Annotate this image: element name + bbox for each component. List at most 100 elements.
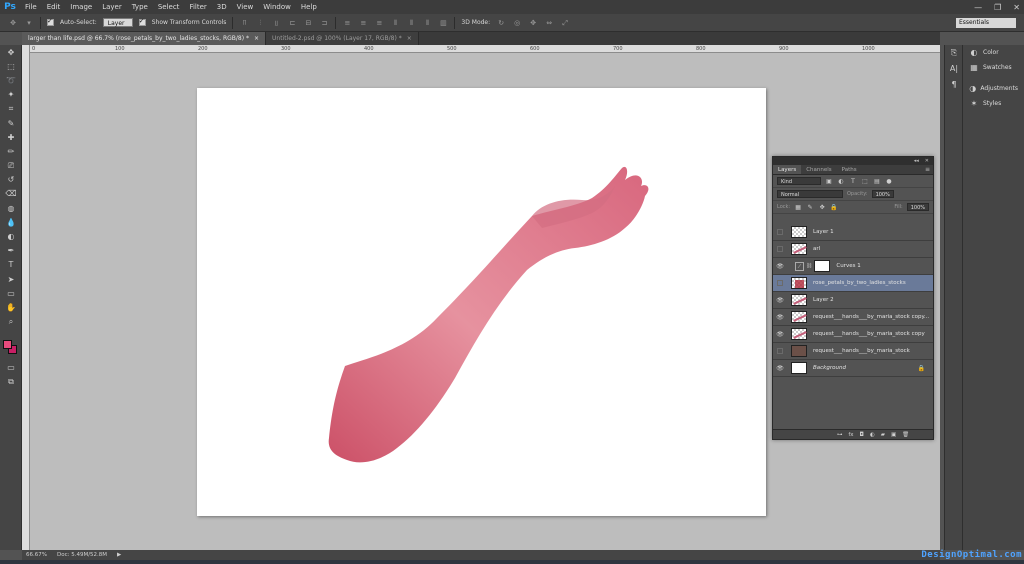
brush-tool-icon[interactable]: ✏	[0, 144, 22, 158]
align-hcenter-icon[interactable]: ⊟	[303, 18, 313, 28]
layer-thumbnail[interactable]	[791, 226, 807, 238]
layer-mask-thumbnail[interactable]	[814, 260, 831, 272]
layer-row[interactable]: 👁 Layer 2	[773, 292, 933, 309]
add-mask-icon[interactable]: ◘	[860, 430, 864, 439]
filter-smart-icon[interactable]: ▤	[873, 178, 881, 185]
paragraph-icon[interactable]: ¶	[945, 77, 963, 93]
new-adjustment-icon[interactable]: ◐	[870, 430, 875, 439]
layer-row[interactable]: rose_petals_by_two_ladies_stocks	[773, 275, 933, 292]
auto-select-dropdown[interactable]: Layer	[102, 18, 133, 27]
close-icon[interactable]: ✕	[1013, 3, 1020, 12]
3d-rotate-icon[interactable]: ↻	[496, 18, 506, 28]
shape-tool-icon[interactable]: ▭	[0, 286, 22, 300]
menu-select[interactable]: Select	[153, 0, 185, 14]
clone-stamp-tool-icon[interactable]: ⎚	[0, 159, 22, 173]
quick-mask-icon[interactable]: ▭	[0, 360, 22, 374]
auto-align-icon[interactable]: ▥	[438, 18, 448, 28]
layer-thumbnail[interactable]	[791, 243, 807, 255]
filter-toggle-icon[interactable]: ●	[885, 178, 893, 185]
distribute-hcenter-icon[interactable]: ⦀	[406, 18, 416, 28]
type-tool-icon[interactable]: T	[0, 258, 22, 272]
eraser-tool-icon[interactable]: ⌫	[0, 187, 22, 201]
3d-pan-icon[interactable]: ✥	[528, 18, 538, 28]
distribute-top-icon[interactable]: ≡	[342, 18, 352, 28]
doc-tab-active[interactable]: larger than life.psd @ 66.7% (rose_petal…	[22, 32, 267, 45]
filter-type-icon[interactable]: T	[849, 178, 857, 185]
lock-transparent-icon[interactable]: ▦	[794, 204, 802, 211]
eye-icon[interactable]: 👁	[773, 314, 787, 321]
marquee-tool-icon[interactable]: ⬚	[0, 59, 22, 73]
filter-kind-dropdown[interactable]: Kind	[777, 177, 821, 185]
menu-file[interactable]: File	[20, 0, 42, 14]
visibility-toggle[interactable]	[777, 280, 783, 286]
menu-layer[interactable]: Layer	[97, 0, 127, 14]
align-bottom-icon[interactable]: ⫫	[271, 18, 281, 28]
lasso-tool-icon[interactable]: ➰	[0, 73, 22, 87]
menu-help[interactable]: Help	[296, 0, 322, 14]
restore-icon[interactable]: ❐	[994, 3, 1001, 12]
close-icon[interactable]: ✕	[925, 157, 929, 165]
layer-thumbnail[interactable]	[791, 277, 807, 289]
distribute-left-icon[interactable]: ⦀	[390, 18, 400, 28]
chevron-down-icon[interactable]: ▾	[24, 18, 34, 28]
history-brush-tool-icon[interactable]: ↺	[0, 173, 22, 187]
layer-thumbnail[interactable]	[791, 328, 807, 340]
layer-row[interactable]: 👁 request___hands___by_maria_stock copy..…	[773, 309, 933, 326]
menu-type[interactable]: Type	[127, 0, 153, 14]
status-menu-arrow-icon[interactable]: ▶	[117, 552, 121, 558]
minimize-icon[interactable]: —	[974, 3, 982, 12]
dock-styles[interactable]: ✶ Styles	[963, 96, 1024, 111]
distribute-bottom-icon[interactable]: ≡	[374, 18, 384, 28]
align-vcenter-icon[interactable]: ⫶	[255, 18, 265, 28]
3d-scale-icon[interactable]: ⤢	[560, 18, 570, 28]
menu-3d[interactable]: 3D	[212, 0, 232, 14]
filter-pixel-icon[interactable]: ▣	[825, 178, 833, 185]
layer-row[interactable]: 👁 ⟋ ⛓ Curves 1	[773, 258, 933, 275]
layer-row[interactable]: request___hands___by_maria_stock	[773, 343, 933, 360]
3d-roll-icon[interactable]: ◎	[512, 18, 522, 28]
layer-thumbnail[interactable]	[791, 311, 807, 323]
path-select-tool-icon[interactable]: ➤	[0, 272, 22, 286]
menu-filter[interactable]: Filter	[184, 0, 211, 14]
tab-channels[interactable]: Channels	[801, 165, 836, 174]
panel-menu-icon[interactable]: ≡	[925, 165, 930, 175]
move-tool-icon[interactable]: ✥	[8, 18, 18, 28]
healing-tool-icon[interactable]: ✚	[0, 130, 22, 144]
align-right-icon[interactable]: ⊐	[319, 18, 329, 28]
layer-row[interactable]: Layer 1	[773, 224, 933, 241]
quick-select-tool-icon[interactable]: ✦	[0, 88, 22, 102]
menu-image[interactable]: Image	[65, 0, 97, 14]
tab-paths[interactable]: Paths	[837, 165, 862, 174]
layer-thumbnail[interactable]	[791, 345, 807, 357]
tab-layers[interactable]: Layers	[773, 165, 802, 174]
panel-header[interactable]: ◂◂ ✕	[773, 157, 933, 165]
menu-window[interactable]: Window	[258, 0, 296, 14]
3d-slide-icon[interactable]: ⇔	[544, 18, 554, 28]
zoom-tool-icon[interactable]: ⌕	[0, 315, 22, 329]
layer-row[interactable]: 👁 Background 🔒	[773, 360, 933, 377]
fill-input[interactable]: 100%	[906, 203, 929, 211]
eye-icon[interactable]: 👁	[773, 365, 787, 372]
align-left-icon[interactable]: ⊏	[287, 18, 297, 28]
lock-position-icon[interactable]: ✥	[818, 204, 826, 211]
blur-tool-icon[interactable]: 💧	[0, 215, 22, 229]
blend-mode-dropdown[interactable]: Normal	[777, 190, 843, 198]
eyedropper-tool-icon[interactable]: ✎	[0, 116, 22, 130]
visibility-toggle[interactable]	[777, 229, 783, 235]
fx-icon[interactable]: fx	[848, 430, 853, 439]
new-layer-icon[interactable]: ▣	[891, 430, 896, 439]
foreground-color-swatch[interactable]	[3, 340, 12, 349]
crop-tool-icon[interactable]: ⌗	[0, 102, 22, 116]
dock-adjustments[interactable]: ◑ Adjustments	[963, 81, 1024, 96]
lock-image-icon[interactable]: ✎	[806, 204, 814, 211]
layer-thumbnail[interactable]	[791, 362, 807, 374]
filter-shape-icon[interactable]: ⬚	[861, 178, 869, 185]
link-layers-icon[interactable]: ⊶	[837, 430, 843, 439]
new-group-icon[interactable]: ▰	[881, 430, 885, 439]
eye-icon[interactable]: 👁	[773, 263, 787, 270]
screen-mode-icon[interactable]: ⧉	[0, 375, 22, 389]
layer-row[interactable]: arl	[773, 241, 933, 258]
collapse-icon[interactable]: ◂◂	[914, 157, 919, 165]
hand-tool-icon[interactable]: ✋	[0, 300, 22, 314]
distribute-vcenter-icon[interactable]: ≡	[358, 18, 368, 28]
